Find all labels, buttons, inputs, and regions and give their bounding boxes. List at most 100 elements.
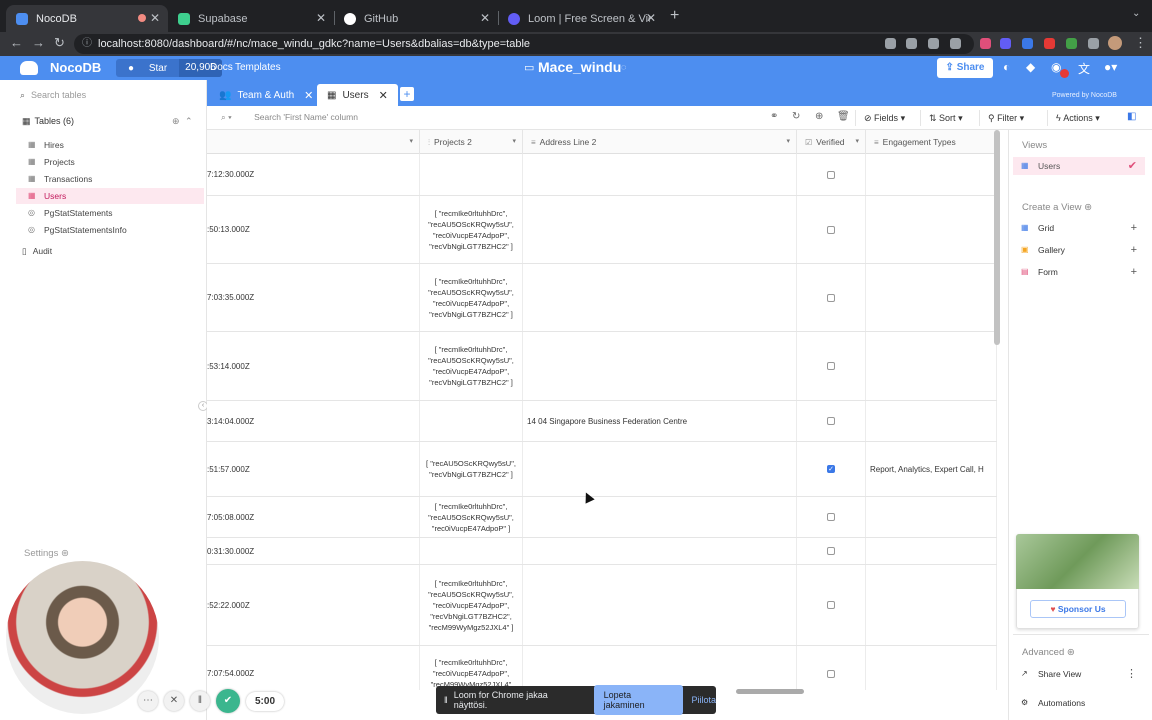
address-bar[interactable]: ⓘ localhost:8080/dashboard/#/nc/mace_win… bbox=[74, 34, 974, 54]
camera-icon[interactable] bbox=[885, 38, 896, 49]
cell-projects[interactable] bbox=[420, 154, 523, 195]
user-account-icon[interactable]: ●▾ bbox=[1104, 60, 1117, 74]
cell-address[interactable] bbox=[523, 264, 797, 331]
verified-checkbox[interactable] bbox=[827, 170, 835, 179]
verified-checkbox[interactable] bbox=[827, 547, 835, 555]
pause-icon[interactable]: ‖ bbox=[190, 691, 210, 711]
more-icon[interactable]: ⋯ bbox=[138, 691, 158, 711]
close-tab-icon[interactable]: ✕ bbox=[480, 11, 490, 25]
profile-avatar[interactable] bbox=[1108, 36, 1122, 50]
cell-date[interactable]: 0:31:30.000Z bbox=[207, 538, 420, 564]
cell-address[interactable] bbox=[523, 538, 797, 564]
plus-icon[interactable]: + bbox=[1131, 263, 1137, 281]
table-row[interactable]: 0:31:30.000Z bbox=[207, 538, 997, 565]
sidebar-item-transactions[interactable]: ▦ Transactions bbox=[16, 171, 204, 187]
cell-engagement[interactable] bbox=[866, 401, 997, 441]
forward-icon[interactable]: → bbox=[32, 35, 45, 50]
cell-engagement[interactable] bbox=[866, 538, 997, 564]
cell-projects[interactable]: [ "recmIke0rltuhhDrc", "recAU5OScKRQwy5s… bbox=[420, 196, 523, 263]
reload-icon[interactable]: ↻ bbox=[54, 35, 65, 51]
delete-icon[interactable]: 🗑 bbox=[837, 111, 850, 122]
share-button[interactable]: ⇪ Share bbox=[937, 58, 993, 78]
column-header-address-line-2[interactable]: ≡ Address Line 2 ▾ bbox=[523, 130, 797, 154]
cell-projects[interactable] bbox=[420, 538, 523, 564]
extension-icon[interactable] bbox=[1022, 38, 1033, 49]
plus-icon[interactable]: + bbox=[1131, 219, 1137, 237]
cell-verified[interactable] bbox=[797, 196, 866, 263]
view-item-users[interactable]: ▦ Users ✔ bbox=[1013, 157, 1145, 175]
table-row[interactable]: :50:13.000Z [ "recmIke0rltuhhDrc", "recAU… bbox=[207, 196, 997, 264]
chevron-down-icon[interactable]: ▾ bbox=[855, 130, 859, 154]
fields-button[interactable]: ⊘ Fields ▾ bbox=[855, 110, 909, 126]
tab-search-icon[interactable]: ⌄ bbox=[1132, 8, 1140, 19]
browser-tab-github[interactable]: GitHub ✕ bbox=[334, 5, 498, 32]
cell-engagement[interactable] bbox=[866, 154, 997, 195]
automations-item[interactable]: ⚙ Automations bbox=[1013, 694, 1145, 712]
verified-checkbox[interactable] bbox=[827, 362, 835, 370]
share-page-icon[interactable] bbox=[928, 38, 939, 49]
create-gallery-view[interactable]: ▣ Gallery + bbox=[1013, 241, 1145, 259]
cell-address[interactable] bbox=[523, 497, 797, 537]
close-tab-icon[interactable]: ✕ bbox=[150, 11, 160, 25]
hide-button[interactable]: Piilota bbox=[691, 695, 716, 705]
share-view-item[interactable]: ↗ Share View ⋮ bbox=[1013, 665, 1145, 683]
verified-checkbox[interactable] bbox=[827, 669, 835, 678]
table-search-input[interactable]: ⌕ Search tables bbox=[20, 90, 86, 101]
browser-tab-supabase[interactable]: Supabase ✕ bbox=[168, 5, 334, 32]
cell-projects[interactable]: [ "recmIke0rltuhhDrc", "recAU5OScKRQwy5s… bbox=[420, 264, 523, 331]
cell-address[interactable] bbox=[523, 565, 797, 645]
cell-date[interactable]: :52:22.000Z bbox=[207, 565, 420, 645]
cell-date[interactable]: :51:57.000Z bbox=[207, 442, 420, 496]
cell-projects[interactable]: [ "recmIke0rltuhhDrc", "recAU5OScKRQwy5s… bbox=[420, 332, 523, 400]
close-tab-icon[interactable]: ✕ bbox=[304, 89, 313, 102]
create-grid-view[interactable]: ▦ Grid + bbox=[1013, 219, 1145, 237]
close-tab-icon[interactable]: ✕ bbox=[316, 11, 326, 25]
tab-users[interactable]: ▦ Users ✕ bbox=[317, 84, 398, 106]
filter-button[interactable]: ⚲ Filter ▾ bbox=[979, 110, 1028, 126]
cell-date[interactable]: :50:13.000Z bbox=[207, 196, 420, 263]
cell-engagement[interactable]: Report, Analytics, Expert Call, H bbox=[866, 442, 997, 496]
templates-link[interactable]: Templates bbox=[235, 62, 281, 73]
toggle-views-panel-icon[interactable]: ◧ bbox=[1127, 111, 1136, 122]
add-tab-button[interactable]: + bbox=[400, 87, 414, 101]
verified-checkbox[interactable] bbox=[827, 513, 835, 521]
column-search-input[interactable]: ⌕ ▾ Search 'First Name' column bbox=[221, 112, 358, 123]
vertical-scrollbar[interactable] bbox=[994, 130, 1000, 345]
table-row[interactable]: 7:12:30.000Z bbox=[207, 154, 997, 196]
column-header-engagement-types[interactable]: ≡ Engagement Types bbox=[866, 130, 997, 154]
verified-checkbox[interactable]: ✓ bbox=[827, 465, 835, 473]
cell-engagement[interactable] bbox=[866, 264, 997, 331]
key-icon[interactable] bbox=[906, 38, 917, 49]
extension-loom-icon[interactable] bbox=[1000, 38, 1011, 49]
verified-checkbox[interactable] bbox=[827, 417, 835, 425]
cell-projects[interactable]: [ "recmIke0rltuhhDrc", "recAU5OScKRQwy5s… bbox=[420, 565, 523, 645]
translate-icon[interactable]: 文 bbox=[1078, 60, 1090, 77]
audit-link[interactable]: ▯ Audit bbox=[22, 246, 52, 257]
table-row[interactable]: :51:57.000Z [ "recAU5OScKRQwy5sU", "recVb… bbox=[207, 442, 997, 497]
chevron-down-icon[interactable]: ▾ bbox=[786, 130, 790, 154]
browser-tab-loom[interactable]: Loom | Free Screen & Video Re ✕ bbox=[498, 5, 664, 32]
table-row[interactable]: 7:07:54.000Z [ "recmIke0rltuhhDrc", "rec0… bbox=[207, 646, 997, 690]
close-tab-icon[interactable]: ✕ bbox=[379, 89, 388, 102]
menu-dots-icon[interactable]: ⋮ bbox=[1134, 35, 1147, 51]
sort-button[interactable]: ⇅ Sort ▾ bbox=[920, 110, 967, 126]
collapse-chevron-icon[interactable]: ⌃ bbox=[185, 116, 193, 127]
cell-projects[interactable]: [ "recAU5OScKRQwy5sU", "recVbNgiLGT7BZHC… bbox=[420, 442, 523, 496]
sidebar-item-users[interactable]: ▦ Users bbox=[16, 188, 204, 204]
cell-engagement[interactable] bbox=[866, 497, 997, 537]
sidebar-item-hires[interactable]: ▦ Hires bbox=[16, 137, 204, 153]
sidebar-item-pgstatstatements[interactable]: ◎ PgStatStatements bbox=[16, 205, 204, 221]
tab-team-auth[interactable]: 👥 Team & Auth ✕ bbox=[209, 84, 323, 106]
column-header-date[interactable]: ▾ bbox=[207, 130, 420, 154]
browser-tab-nocodb[interactable]: NocoDB ✕ bbox=[6, 5, 168, 32]
cell-date[interactable]: 3:14:04.000Z bbox=[207, 401, 420, 441]
cell-address[interactable] bbox=[523, 196, 797, 263]
github-star-button[interactable]: ● Star 20,906 bbox=[116, 59, 222, 77]
app-name[interactable]: NocoDB bbox=[50, 60, 101, 75]
reload-icon[interactable]: ↻ bbox=[792, 111, 800, 122]
cell-verified[interactable] bbox=[797, 646, 866, 690]
extensions-puzzle-icon[interactable] bbox=[1088, 38, 1099, 49]
add-table-icon[interactable]: ⊕ bbox=[172, 116, 180, 127]
plus-icon[interactable]: + bbox=[1131, 241, 1137, 259]
theme-moon-icon[interactable]: ◐ bbox=[1003, 60, 1010, 74]
